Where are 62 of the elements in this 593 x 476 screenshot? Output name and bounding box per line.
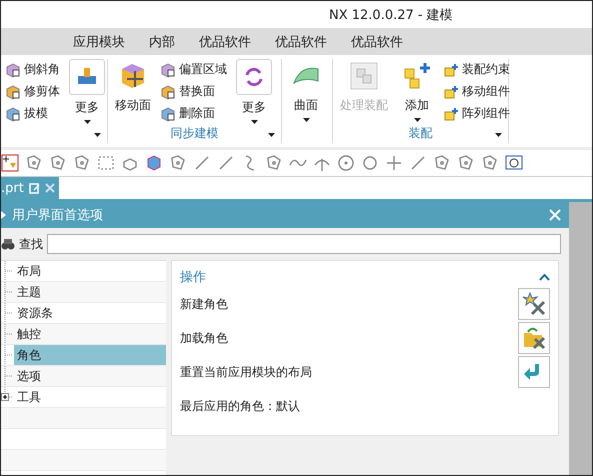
expand-icon[interactable] <box>1 393 9 401</box>
menu-item[interactable]: 内部 <box>149 32 175 50</box>
box-select-icon[interactable] <box>97 154 115 172</box>
edit-icon <box>28 182 40 194</box>
blocks-icon <box>349 61 379 91</box>
ribbon-button[interactable]: 替换面 <box>160 82 227 101</box>
tree-item[interactable]: 工具 <box>14 387 166 407</box>
group-title: 同步建模 <box>170 126 218 140</box>
group-title: 装配 <box>408 126 432 140</box>
section-title: 操作 <box>180 269 206 286</box>
tree-item[interactable]: 布局 <box>14 261 166 281</box>
action-button[interactable] <box>518 322 550 354</box>
menu-item[interactable]: 优品软件 <box>199 32 251 50</box>
action-button[interactable] <box>518 288 550 320</box>
more-button[interactable]: 更多 <box>233 59 275 125</box>
cubes-plus-icon <box>402 61 432 91</box>
ribbon-button[interactable]: 装配约束 <box>443 60 510 79</box>
cubes-plus-icon <box>443 106 459 122</box>
action-button[interactable] <box>518 356 550 388</box>
ribbon-button[interactable]: 偏置区域 <box>160 60 227 79</box>
folder-tools-icon <box>522 326 546 350</box>
ribbon-button[interactable]: 曲面 <box>286 59 326 125</box>
tree-item[interactable]: 角色 <box>14 345 166 365</box>
cross-icon[interactable] <box>385 154 403 172</box>
search-label: 查找 <box>19 236 43 252</box>
select-filter-icon[interactable] <box>1 154 19 172</box>
caret-icon[interactable] <box>94 133 101 137</box>
ribbon-button[interactable]: 添加 <box>397 59 437 125</box>
ribbon-button[interactable]: 倒斜角 <box>5 60 60 79</box>
action-label: 重置当前应用模块的布局 <box>180 364 312 380</box>
close-icon[interactable] <box>44 183 55 193</box>
menu-item[interactable]: 优品软件 <box>275 32 327 50</box>
more-button[interactable]: 更多 <box>66 59 108 125</box>
action-label: 加载角色 <box>180 330 228 346</box>
cube-icon[interactable] <box>145 154 163 172</box>
binoculars-icon <box>1 237 15 251</box>
caret-icon <box>250 120 258 124</box>
line-icon[interactable] <box>409 154 427 172</box>
caret-icon <box>84 120 90 124</box>
circle-point-icon[interactable] <box>337 154 355 172</box>
ribbon-button[interactable]: 移动组件 <box>443 82 510 101</box>
line-icon[interactable] <box>193 154 211 172</box>
ribbon-button[interactable]: 修剪体 <box>5 82 60 101</box>
ribbon-button[interactable]: 删除面 <box>160 104 227 123</box>
action-label: 新建角色 <box>180 296 228 312</box>
caret-icon[interactable] <box>495 133 502 137</box>
star-tools-icon <box>522 292 546 316</box>
window-title: NX 12.0.0.27 - 建模 <box>329 6 453 24</box>
ribbon-button[interactable]: 阵列组件 <box>443 104 510 123</box>
dialog-title: 用户界面首选项 <box>12 207 104 224</box>
line-icon[interactable] <box>217 154 235 172</box>
ribbon-button[interactable]: 移动面 <box>112 59 154 125</box>
ribbon-button[interactable]: 拔模 <box>5 104 60 123</box>
menu-item[interactable]: 应用模块 <box>73 32 125 50</box>
chevron-icon[interactable] <box>539 274 550 280</box>
view-icon[interactable] <box>505 154 523 172</box>
caret-icon[interactable] <box>268 133 275 137</box>
search-field[interactable] <box>47 234 561 254</box>
circle-icon[interactable] <box>361 154 379 172</box>
tree-item[interactable]: 资源条 <box>14 303 166 323</box>
action-label: 最后应用的角色：默认 <box>180 398 300 414</box>
menu-item[interactable]: 优品软件 <box>351 32 403 50</box>
